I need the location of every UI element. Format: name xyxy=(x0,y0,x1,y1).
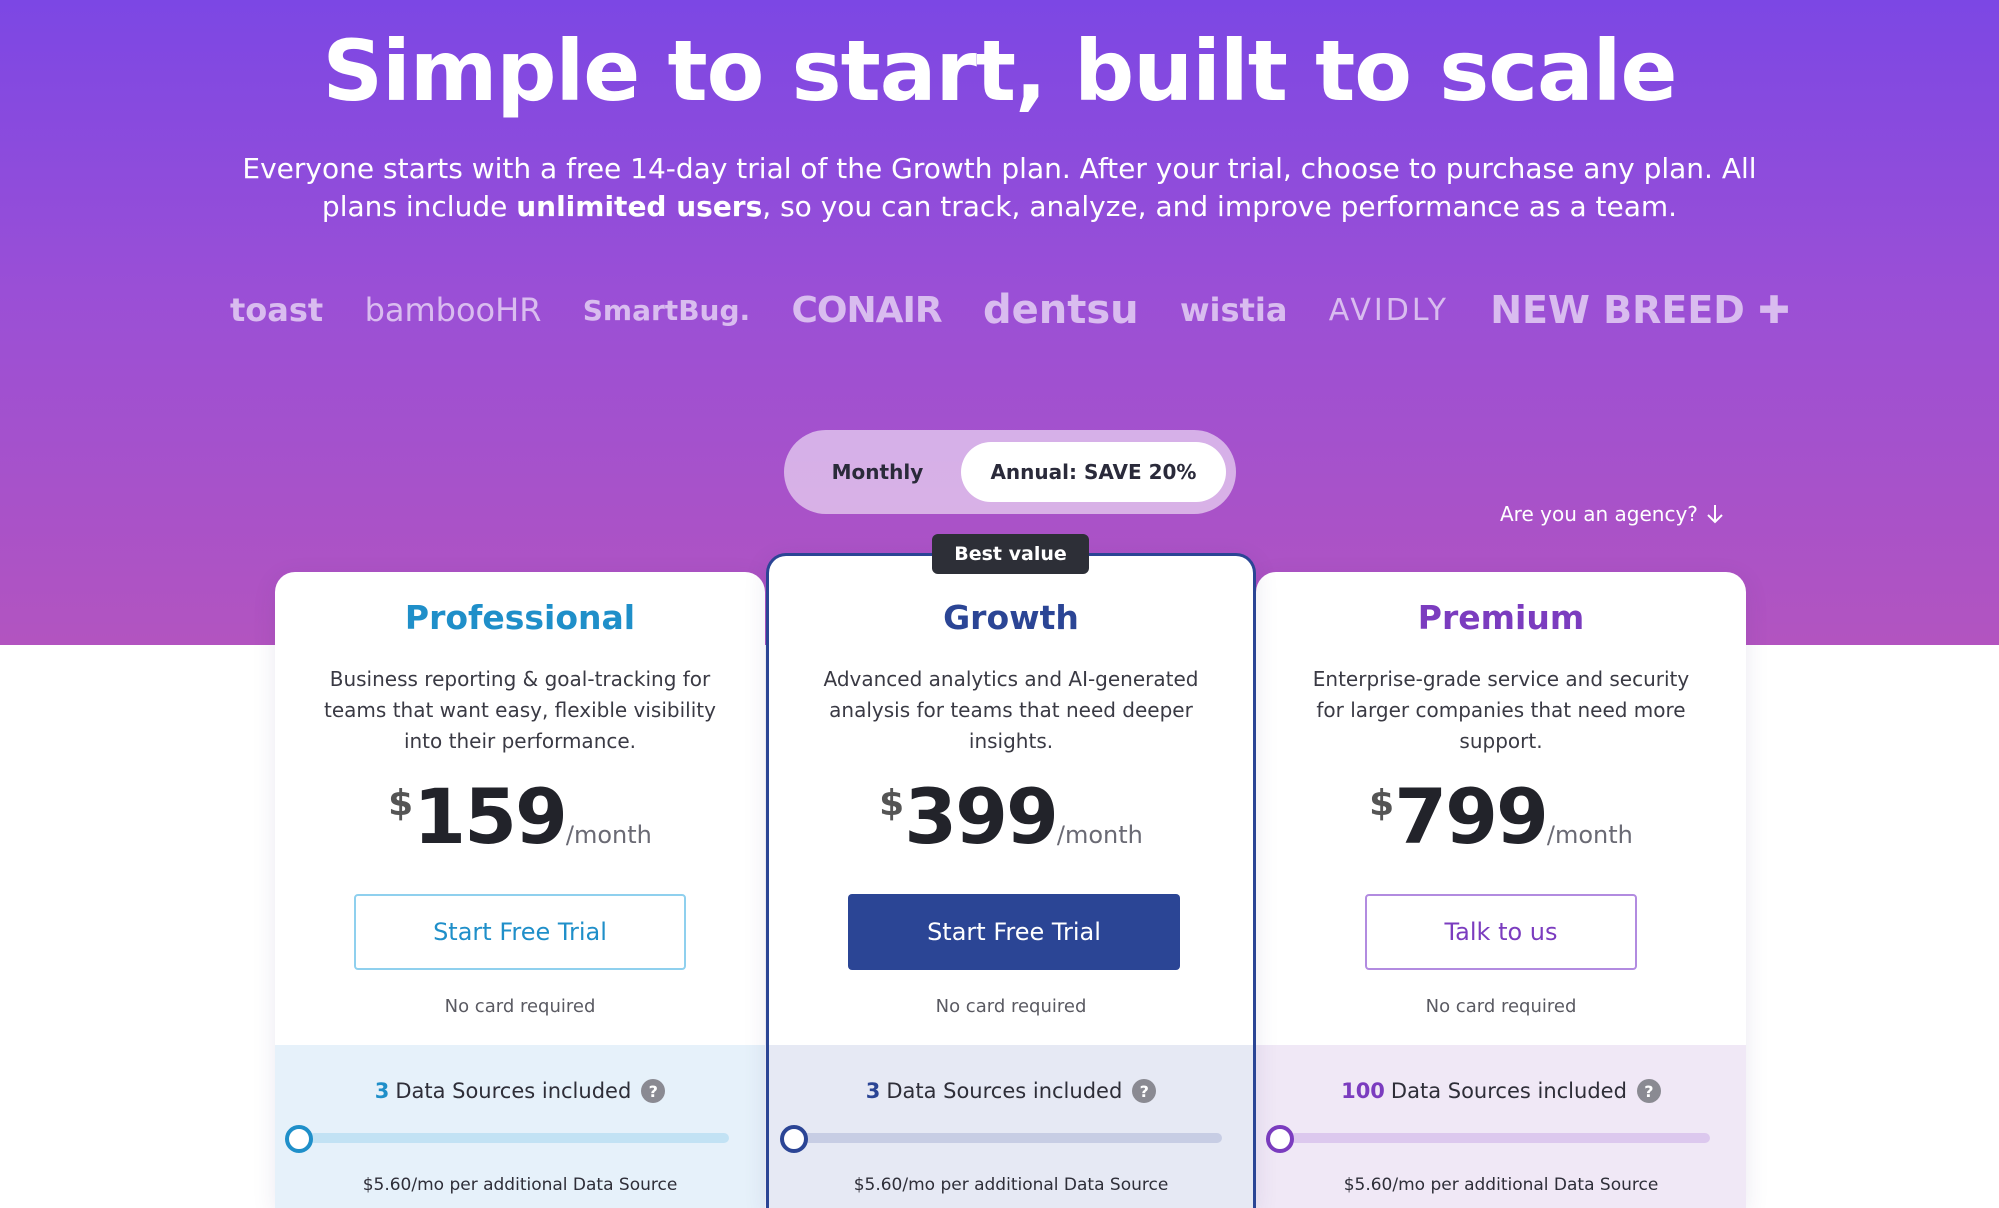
data-sources-line: 3 Data Sources included ? xyxy=(275,1079,765,1103)
plan-card-premium: Premium Enterprise-grade service and sec… xyxy=(1256,572,1746,1208)
data-sources-count: 3 xyxy=(374,1079,390,1103)
logo-wistia: wistia xyxy=(1179,291,1288,329)
data-sources-line: 3 Data Sources included ? xyxy=(769,1079,1253,1103)
additional-data-source-price: $5.60/mo per additional Data Source xyxy=(362,1175,678,1195)
logo-bamboohr: bambooHR xyxy=(364,291,542,329)
subtitle-text-end: , so you can track, analyze, and improve… xyxy=(762,190,1678,223)
hero-subtitle: Everyone starts with a free 14-day trial… xyxy=(240,150,1759,226)
plan-name: Professional xyxy=(404,598,636,637)
arrow-down-icon xyxy=(1707,505,1723,524)
data-sources-section: 3 Data Sources included ? $5.60/mo per a… xyxy=(275,1045,765,1208)
logo-newbreed: NEW BREED ✚ xyxy=(1490,288,1790,332)
plan-description: Advanced analytics and AI-generated anal… xyxy=(823,667,1199,753)
start-free-trial-button[interactable]: Start Free Trial xyxy=(354,894,686,970)
data-sources-label: Data Sources included xyxy=(395,1079,632,1103)
toggle-annual[interactable]: Annual: SAVE 20% xyxy=(960,442,1226,502)
price-currency: $ xyxy=(388,783,414,824)
logo-toast: toast xyxy=(230,291,324,329)
page-title: Simple to start, built to scale xyxy=(322,22,1678,120)
plus-icon: ✚ xyxy=(1758,288,1790,332)
data-sources-label: Data Sources included xyxy=(886,1079,1123,1103)
price-amount: 159 xyxy=(413,772,568,861)
data-sources-slider-track[interactable] xyxy=(797,1133,1222,1143)
additional-data-source-price: $5.60/mo per additional Data Source xyxy=(1343,1175,1659,1195)
no-card-note: No card required xyxy=(1425,996,1577,1017)
best-value-badge: Best value xyxy=(932,534,1089,574)
plan-price: $159/month xyxy=(275,772,765,861)
data-sources-label: Data Sources included xyxy=(1390,1079,1627,1103)
data-sources-slider-thumb[interactable] xyxy=(780,1125,808,1153)
logo-conair: CONAIR xyxy=(791,289,943,331)
data-sources-section: 3 Data Sources included ? $5.60/mo per a… xyxy=(769,1045,1253,1208)
no-card-note: No card required xyxy=(935,996,1087,1017)
logo-dentsu: dentsu xyxy=(982,287,1139,333)
price-period: /month xyxy=(1546,821,1633,849)
plan-name: Growth xyxy=(943,598,1079,637)
question-circle-icon[interactable]: ? xyxy=(1132,1079,1157,1103)
data-sources-section: 100 Data Sources included ? $5.60/mo per… xyxy=(1256,1045,1746,1208)
logo-smartbug: SmartBug. xyxy=(582,293,751,327)
billing-toggle[interactable]: Monthly Annual: SAVE 20% xyxy=(784,430,1236,514)
plan-description: Enterprise-grade service and security fo… xyxy=(1312,667,1690,753)
start-free-trial-button[interactable]: Start Free Trial xyxy=(848,894,1180,970)
price-amount: 799 xyxy=(1394,772,1549,861)
additional-data-source-price: $5.60/mo per additional Data Source xyxy=(853,1175,1169,1195)
data-sources-slider-thumb[interactable] xyxy=(1266,1125,1294,1153)
price-currency: $ xyxy=(879,783,905,824)
agency-link[interactable]: Are you an agency? xyxy=(1500,502,1724,526)
data-sources-slider-track[interactable] xyxy=(309,1133,729,1143)
subtitle-emphasis: unlimited users xyxy=(516,190,763,223)
data-sources-slider-track[interactable] xyxy=(1290,1133,1710,1143)
plan-name: Premium xyxy=(1417,598,1585,637)
plan-description: Business reporting & goal-tracking for t… xyxy=(324,667,716,753)
question-circle-icon[interactable]: ? xyxy=(1636,1079,1661,1103)
price-amount: 399 xyxy=(904,772,1059,861)
price-period: /month xyxy=(565,821,652,849)
logo-newbreed-text: NEW BREED xyxy=(1490,288,1745,332)
customer-logos: toast bambooHR SmartBug. CONAIR dentsu w… xyxy=(230,280,1790,340)
logo-avidly: AVIDLY xyxy=(1328,292,1449,328)
data-sources-slider-thumb[interactable] xyxy=(285,1125,313,1153)
agency-link-label[interactable]: Are you an agency? xyxy=(1500,502,1698,526)
data-sources-count: 3 xyxy=(865,1079,881,1103)
data-sources-line: 100 Data Sources included ? xyxy=(1256,1079,1746,1103)
plan-price: $799/month xyxy=(1256,772,1746,861)
price-period: /month xyxy=(1056,821,1143,849)
data-sources-count: 100 xyxy=(1341,1079,1385,1103)
price-currency: $ xyxy=(1369,783,1395,824)
question-circle-icon[interactable]: ? xyxy=(641,1079,666,1103)
plan-card-growth: Growth Advanced analytics and AI-generat… xyxy=(766,553,1256,1208)
plan-price: $399/month xyxy=(769,772,1253,861)
talk-to-us-button[interactable]: Talk to us xyxy=(1365,894,1637,970)
plan-card-professional: Professional Business reporting & goal-t… xyxy=(275,572,765,1208)
no-card-note: No card required xyxy=(444,996,596,1017)
toggle-monthly[interactable]: Monthly xyxy=(794,442,961,502)
